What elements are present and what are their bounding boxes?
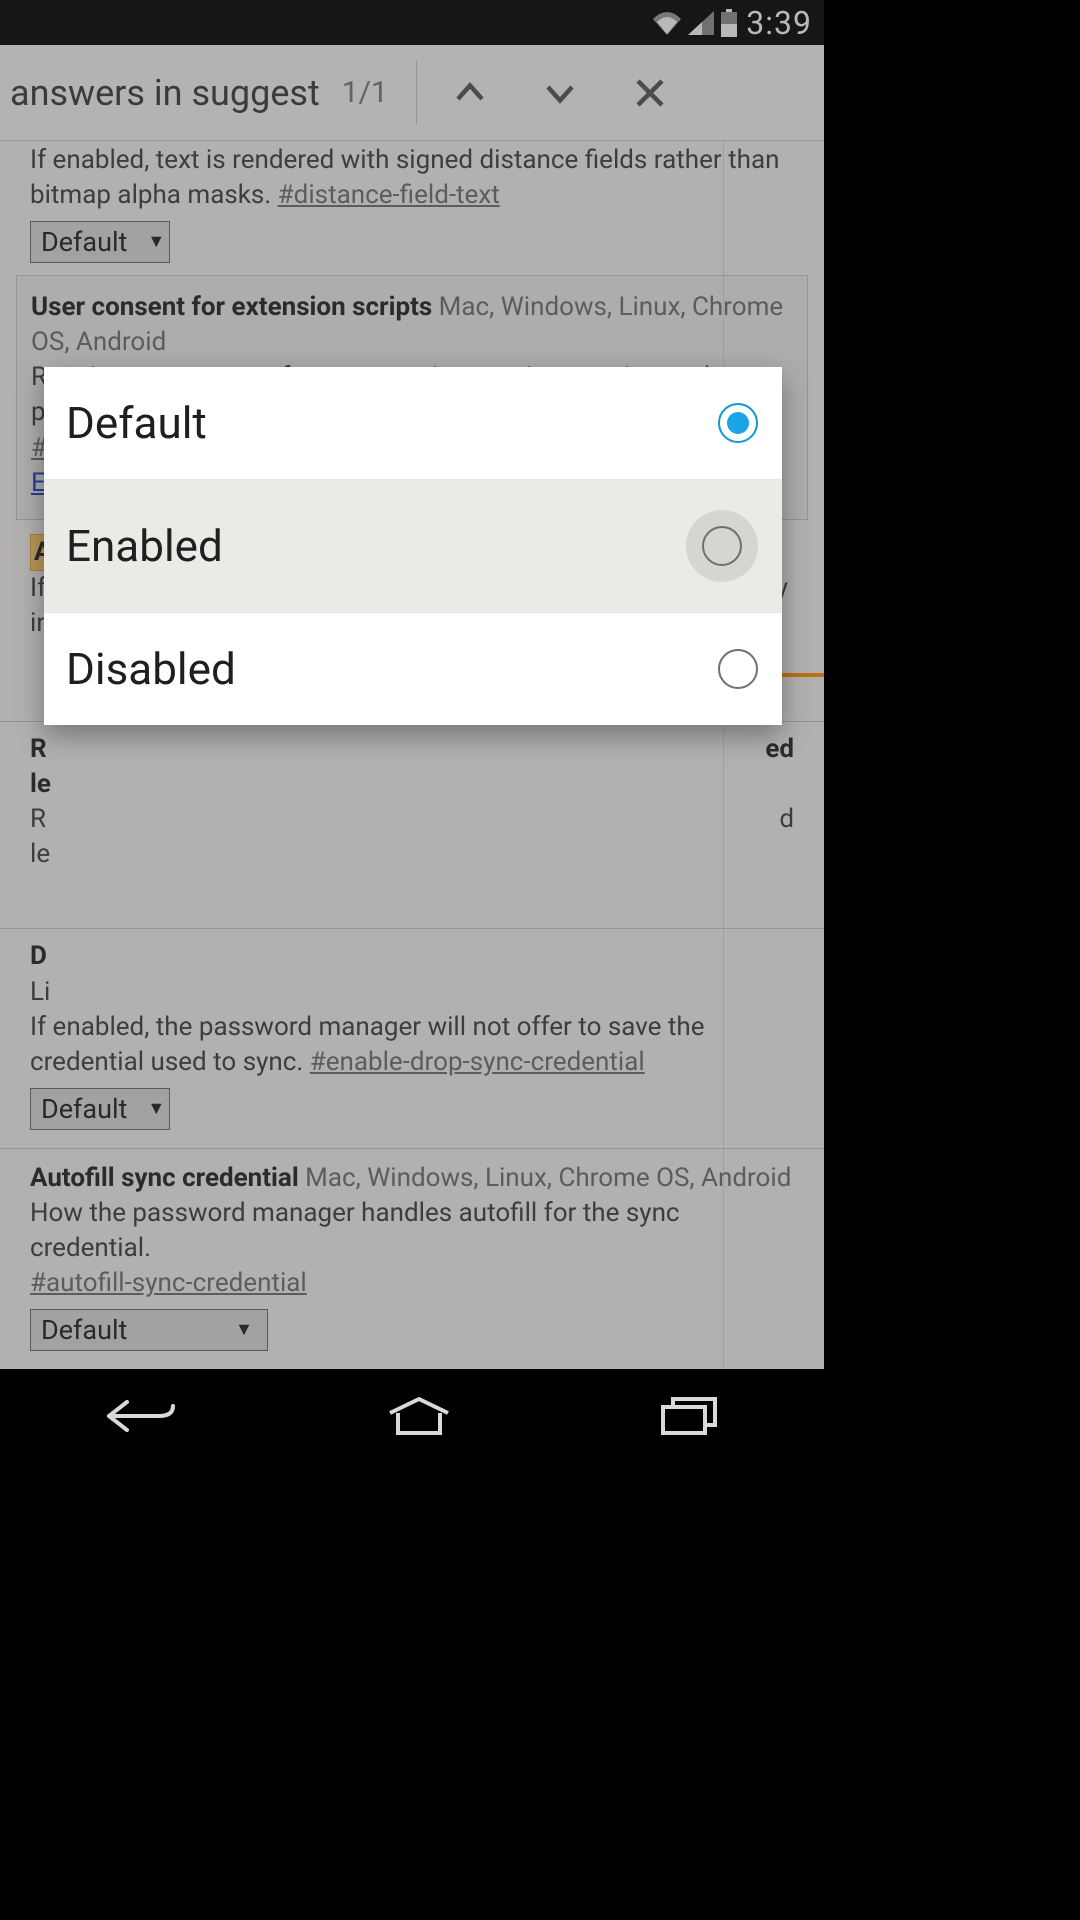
touch-ripple — [686, 510, 758, 582]
radio-unselected-icon — [718, 649, 758, 689]
recent-apps-icon — [657, 1395, 721, 1437]
nav-back-button[interactable] — [103, 1396, 181, 1440]
screen: 3:39 answers in suggest 1/1 If enabled, … — [0, 0, 824, 1466]
back-icon — [103, 1396, 181, 1436]
navigation-bar — [0, 1369, 824, 1466]
modal-scrim[interactable] — [0, 0, 824, 1466]
radio-unselected-icon — [702, 526, 742, 566]
option-label: Disabled — [66, 643, 236, 695]
nav-home-button[interactable] — [386, 1395, 452, 1441]
nav-recent-button[interactable] — [657, 1395, 721, 1441]
option-disabled[interactable]: Disabled — [44, 612, 782, 725]
home-icon — [386, 1395, 452, 1437]
select-options-dialog: Default Enabled Disabled — [44, 367, 782, 725]
option-label: Enabled — [66, 520, 223, 572]
option-label: Default — [66, 397, 207, 449]
option-enabled[interactable]: Enabled — [44, 479, 782, 612]
option-default[interactable]: Default — [44, 367, 782, 479]
radio-selected-icon — [718, 403, 758, 443]
